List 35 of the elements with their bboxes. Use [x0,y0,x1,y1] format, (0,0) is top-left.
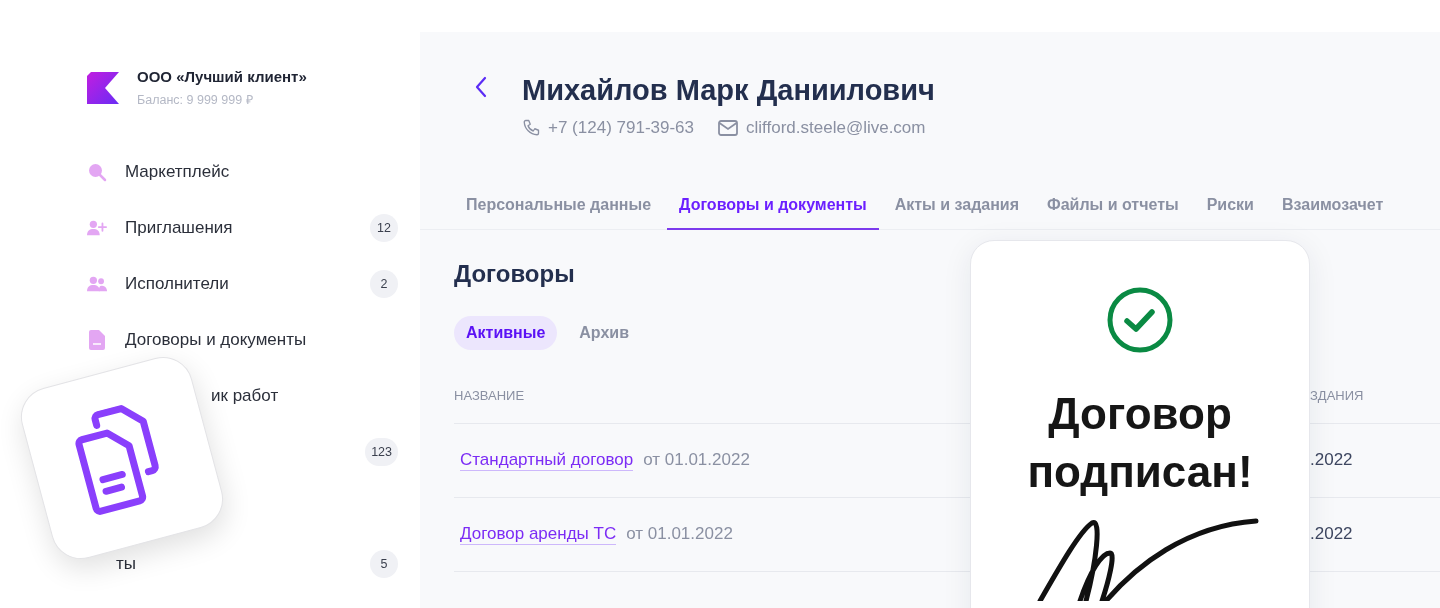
document-icon [89,330,105,350]
tab[interactable]: Договоры и документы [667,184,879,230]
person-name: Михайлов Марк Даниилович [522,73,935,108]
search-icon [87,162,107,182]
company-name: ООО «Лучший клиент» [137,68,307,85]
count-badge: 5 [370,550,398,578]
column-header: ЗДАНИЯ [1310,387,1365,403]
count-badge: 12 [370,214,398,242]
add-user-icon [87,219,107,237]
document-date: от 01.01.2022 [626,523,733,544]
balance-text: Баланс: 9 999 999 ₽ [137,92,254,108]
table-cell-text: .2022 [1310,524,1354,544]
sidebar-item[interactable]: ты [116,554,136,574]
sidebar-item[interactable]: ик работ [211,386,279,406]
table-cell-text: .2022 [1310,450,1354,470]
filter-tab[interactable]: Активные [454,315,558,350]
users-icon [87,275,107,293]
sidebar-item[interactable]: Приглашения [125,218,233,238]
success-message: Договор подписан! [1026,388,1254,498]
mail-icon [718,120,739,136]
email-address: clifford.steele@live.com [746,118,926,138]
sidebar-item[interactable]: Маркетплейс [125,162,230,182]
column-header: НАЗВАНИЕ [454,387,526,403]
sidebar-item[interactable]: Исполнители [125,274,229,294]
document-date: от 01.01.2022 [643,449,750,470]
count-badge: 2 [370,270,398,298]
check-circle-icon [1107,287,1173,353]
document-link[interactable]: Договор аренды ТС [460,523,617,545]
sidebar-item[interactable]: Договоры и документы [125,330,307,350]
phone-icon [522,119,540,137]
company-logo [87,72,119,104]
section-title: Договоры [454,259,576,288]
phone-number: +7 (124) 791-39-63 [548,118,695,138]
count-badge: 123 [365,438,398,466]
document-link[interactable]: Стандартный договор [460,449,634,471]
